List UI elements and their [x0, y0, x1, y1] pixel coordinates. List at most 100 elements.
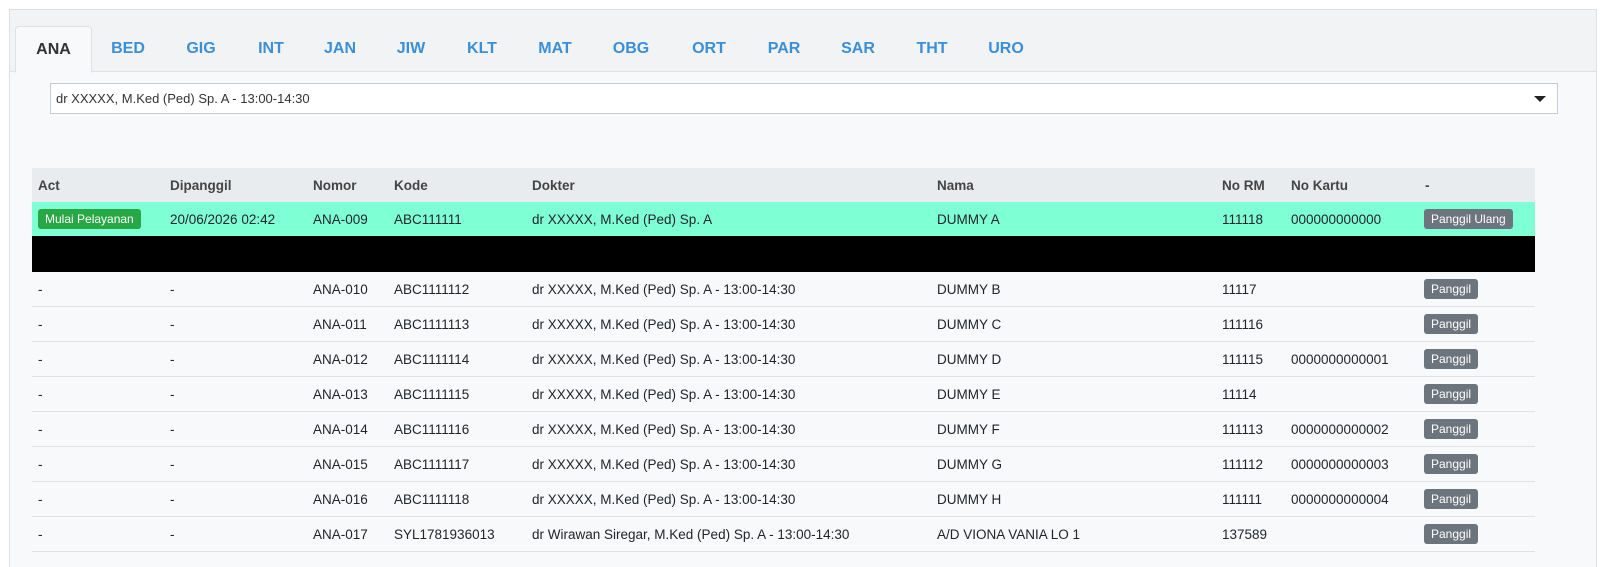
table-row: - - ANA-017 SYL1781936013 dr Wirawan Siregar…: [32, 517, 1535, 552]
doctor-name: dr XXXXX, M.Ked (Ped) Sp. A - 13:00-14:3…: [532, 421, 796, 437]
queue-number: ANA-015: [313, 456, 368, 472]
header-nama: Nama: [937, 177, 974, 193]
tab-jiw[interactable]: JIW: [376, 26, 446, 72]
tab-par[interactable]: PAR: [748, 26, 820, 72]
active-queue-row: Mulai Pelayanan 20/06/2026 02:42 ANA-009…: [32, 202, 1535, 236]
table-row: - - ANA-016 ABC1111118 dr XXXXX, M.Ked (Ped)…: [32, 482, 1535, 517]
row-act: -: [38, 421, 43, 437]
table-row: - - ANA-012 ABC1111114 dr XXXXX, M.Ked (Ped)…: [32, 342, 1535, 377]
call-button[interactable]: Panggil: [1424, 489, 1479, 509]
table-row: - - ANA-010 ABC1111112 dr XXXXX, M.Ked (Ped)…: [32, 272, 1535, 307]
header-dokter: Dokter: [532, 177, 575, 193]
card-number: 000000000000: [1291, 211, 1382, 227]
header-dipanggil: Dipanggil: [170, 177, 232, 193]
doctor-name: dr XXXXX, M.Ked (Ped) Sp. A - 13:00-14:3…: [532, 386, 796, 402]
header-kode: Kode: [394, 177, 428, 193]
patient-name: DUMMY A: [937, 211, 1000, 227]
card-number: 0000000000002: [1291, 421, 1389, 437]
tab-klt[interactable]: KLT: [446, 26, 518, 72]
queue-panel: ANA BED GIG INT JAN JIW KLT MAT OBG ORT …: [9, 9, 1597, 567]
doctor-name: dr XXXXX, M.Ked (Ped) Sp. A - 13:00-14:3…: [532, 456, 796, 472]
called-time: 20/06/2026 02:42: [170, 211, 276, 227]
header-nomor: Nomor: [313, 177, 357, 193]
row-act: -: [38, 456, 43, 472]
doctor-schedule-value: dr XXXXX, M.Ked (Ped) Sp. A - 13:00-14:3…: [56, 91, 310, 106]
patient-name: DUMMY F: [937, 421, 1000, 437]
call-button[interactable]: Panggil: [1424, 384, 1479, 404]
doctor-name: dr XXXXX, M.Ked (Ped) Sp. A - 13:00-14:3…: [532, 281, 796, 297]
call-button[interactable]: Panggil: [1424, 524, 1479, 544]
tab-bed[interactable]: BED: [92, 26, 164, 72]
tab-tht[interactable]: THT: [896, 26, 968, 72]
tab-ana[interactable]: ANA: [15, 26, 92, 73]
called-time: -: [170, 491, 175, 507]
tab-int[interactable]: INT: [238, 26, 304, 72]
tab-sar[interactable]: SAR: [820, 26, 896, 72]
tab-jan[interactable]: JAN: [304, 26, 376, 72]
tab-gig[interactable]: GIG: [164, 26, 238, 72]
call-button[interactable]: Panggil: [1424, 454, 1479, 474]
call-button[interactable]: Panggil: [1424, 314, 1479, 334]
patient-name: DUMMY H: [937, 491, 1002, 507]
called-time: -: [170, 386, 175, 402]
call-button[interactable]: Panggil: [1424, 279, 1479, 299]
call-button[interactable]: Panggil: [1424, 349, 1479, 369]
redacted-row: [32, 236, 1535, 272]
queue-number: ANA-013: [313, 386, 368, 402]
row-act: -: [38, 316, 43, 332]
header-no-kartu: No Kartu: [1291, 177, 1348, 193]
doctor-name: dr XXXXX, M.Ked (Ped) Sp. A - 13:00-14:3…: [532, 316, 796, 332]
medical-record-number: 111113: [1222, 421, 1264, 437]
start-service-button[interactable]: Mulai Pelayanan: [38, 209, 141, 229]
medical-record-number: 111112: [1222, 456, 1264, 472]
queue-table: Act Dipanggil Nomor Kode Dokter Nama No …: [32, 168, 1535, 552]
call-button[interactable]: Panggil: [1424, 419, 1479, 439]
medical-record-number: 11114: [1222, 386, 1257, 402]
table-row: - - ANA-011 ABC1111113 dr XXXXX, M.Ked (Ped)…: [32, 307, 1535, 342]
doctor-name: dr XXXXX, M.Ked (Ped) Sp. A - 13:00-14:3…: [532, 491, 796, 507]
doctor-schedule-select[interactable]: dr XXXXX, M.Ked (Ped) Sp. A - 13:00-14:3…: [50, 83, 1558, 114]
medical-record-number: 111111: [1222, 491, 1263, 507]
table-row: - - ANA-013 ABC1111115 dr XXXXX, M.Ked (Ped)…: [32, 377, 1535, 412]
tab-uro[interactable]: URO: [968, 26, 1044, 72]
booking-code: ABC1111116: [394, 421, 470, 437]
tab-ort[interactable]: ORT: [670, 26, 748, 72]
medical-record-number: 111118: [1222, 211, 1264, 227]
chevron-down-icon: [1534, 96, 1546, 102]
queue-rows: - - ANA-010 ABC1111112 dr XXXXX, M.Ked (Ped)…: [32, 272, 1535, 552]
clinic-tabs: ANA BED GIG INT JAN JIW KLT MAT OBG ORT …: [10, 10, 1596, 73]
booking-code: ABC1111117: [394, 456, 470, 472]
patient-name: DUMMY G: [937, 456, 1003, 472]
table-row: - - ANA-015 ABC1111117 dr XXXXX, M.Ked (Ped)…: [32, 447, 1535, 482]
medical-record-number: 137589: [1222, 526, 1268, 542]
patient-name: DUMMY E: [937, 386, 1001, 402]
card-number: 0000000000001: [1291, 351, 1389, 367]
table-row: - - ANA-014 ABC1111116 dr XXXXX, M.Ked (Ped)…: [32, 412, 1535, 447]
medical-record-number: 111116: [1222, 316, 1264, 332]
called-time: -: [170, 421, 175, 437]
queue-number: ANA-011: [313, 316, 367, 332]
patient-name: A/D VIONA VANIA LO 1: [937, 526, 1081, 542]
booking-code: ABC1111114: [394, 351, 470, 367]
header-action: -: [1425, 177, 1430, 193]
booking-code: ABC111111: [394, 211, 462, 227]
header-no-rm: No RM: [1222, 177, 1265, 193]
patient-name: DUMMY C: [937, 316, 1002, 332]
row-act: -: [38, 526, 43, 542]
tab-obg[interactable]: OBG: [592, 26, 670, 72]
called-time: -: [170, 316, 175, 332]
doctor-name: dr Wirawan Siregar, M.Ked (Ped) Sp. A - …: [532, 526, 850, 542]
patient-name: DUMMY B: [937, 281, 1001, 297]
doctor-name: dr XXXXX, M.Ked (Ped) Sp. A: [532, 211, 713, 227]
booking-code: ABC1111112: [394, 281, 470, 297]
booking-code: ABC1111115: [394, 386, 470, 402]
row-act: -: [38, 491, 43, 507]
patient-name: DUMMY D: [937, 351, 1002, 367]
card-number: 0000000000003: [1291, 456, 1389, 472]
booking-code: SYL1781936013: [394, 526, 495, 542]
medical-record-number: 11117: [1222, 281, 1257, 297]
recall-button[interactable]: Panggil Ulang: [1424, 209, 1513, 229]
medical-record-number: 111115: [1222, 351, 1264, 367]
tab-mat[interactable]: MAT: [518, 26, 592, 72]
queue-number: ANA-017: [313, 526, 368, 542]
